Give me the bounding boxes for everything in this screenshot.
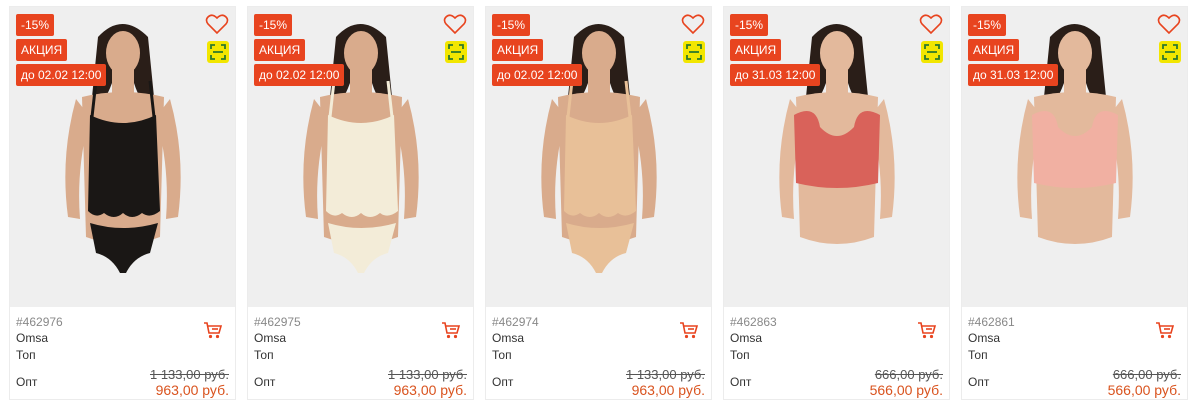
heart-icon[interactable] [443, 13, 467, 35]
cart-icon[interactable] [679, 321, 699, 339]
promo-until-badge: до 02.02 12:00 [492, 64, 583, 86]
product-info: #462974 Omsa Топ Опт 1 133,00 руб. 963,0… [486, 307, 711, 401]
promo-until-badge: до 02.02 12:00 [16, 64, 107, 86]
promo-until-badge: до 31.03 12:00 [730, 64, 821, 86]
discount-badge: -15% [16, 14, 55, 36]
wholesale-label: Опт [254, 375, 276, 389]
product-card[interactable]: -15% АКЦИЯ до 31.03 12:00 #462863 Omsa Т… [723, 6, 950, 400]
scan-icon[interactable] [683, 41, 705, 63]
cart-icon[interactable] [917, 321, 937, 339]
new-price: 566,00 руб. [869, 382, 943, 398]
product-sku: #462975 [254, 315, 301, 329]
discount-badge: -15% [492, 14, 531, 36]
product-type: Топ [730, 348, 750, 362]
product-sku: #462974 [492, 315, 539, 329]
new-price: 963,00 руб. [393, 382, 467, 398]
product-info: #462976 Omsa Топ Опт 1 133,00 руб. 963,0… [10, 307, 235, 401]
promo-badge: АКЦИЯ [968, 39, 1020, 61]
product-brand[interactable]: Omsa [16, 331, 48, 345]
old-price: 1 133,00 руб. [625, 367, 705, 382]
product-brand[interactable]: Omsa [968, 331, 1000, 345]
product-card[interactable]: -15% АКЦИЯ до 31.03 12:00 #462861 Omsa Т… [961, 6, 1188, 400]
old-price: 1 133,00 руб. [149, 367, 229, 382]
old-price: 666,00 руб. [874, 367, 943, 382]
scan-icon[interactable] [207, 41, 229, 63]
promo-badge: АКЦИЯ [254, 39, 306, 61]
product-card[interactable]: -15% АКЦИЯ до 02.02 12:00 #462976 Omsa Т… [9, 6, 236, 400]
cart-icon[interactable] [1155, 321, 1175, 339]
new-price: 566,00 руб. [1107, 382, 1181, 398]
old-price: 666,00 руб. [1112, 367, 1181, 382]
product-sku: #462863 [730, 315, 777, 329]
product-brand[interactable]: Omsa [730, 331, 762, 345]
product-type: Топ [492, 348, 512, 362]
scan-icon[interactable] [445, 41, 467, 63]
product-info: #462863 Omsa Топ Опт 666,00 руб. 566,00 … [724, 307, 949, 401]
promo-badge: АКЦИЯ [730, 39, 782, 61]
wholesale-label: Опт [16, 375, 38, 389]
product-brand[interactable]: Omsa [254, 331, 286, 345]
product-type: Топ [254, 348, 274, 362]
discount-badge: -15% [730, 14, 769, 36]
scan-icon[interactable] [921, 41, 943, 63]
promo-until-badge: до 02.02 12:00 [254, 64, 345, 86]
product-card[interactable]: -15% АКЦИЯ до 02.02 12:00 #462975 Omsa Т… [247, 6, 474, 400]
heart-icon[interactable] [205, 13, 229, 35]
promo-until-badge: до 31.03 12:00 [968, 64, 1059, 86]
product-info: #462975 Omsa Топ Опт 1 133,00 руб. 963,0… [248, 307, 473, 401]
discount-badge: -15% [254, 14, 293, 36]
old-price: 1 133,00 руб. [387, 367, 467, 382]
new-price: 963,00 руб. [155, 382, 229, 398]
heart-icon[interactable] [1157, 13, 1181, 35]
wholesale-label: Опт [492, 375, 514, 389]
product-info: #462861 Omsa Топ Опт 666,00 руб. 566,00 … [962, 307, 1187, 401]
cart-icon[interactable] [203, 321, 223, 339]
wholesale-label: Опт [968, 375, 990, 389]
heart-icon[interactable] [919, 13, 943, 35]
promo-badge: АКЦИЯ [492, 39, 544, 61]
product-sku: #462976 [16, 315, 63, 329]
cart-icon[interactable] [441, 321, 461, 339]
scan-icon[interactable] [1159, 41, 1181, 63]
wholesale-label: Опт [730, 375, 752, 389]
product-type: Топ [968, 348, 988, 362]
discount-badge: -15% [968, 14, 1007, 36]
product-brand[interactable]: Omsa [492, 331, 524, 345]
new-price: 963,00 руб. [631, 382, 705, 398]
product-type: Топ [16, 348, 36, 362]
heart-icon[interactable] [681, 13, 705, 35]
product-sku: #462861 [968, 315, 1015, 329]
product-card[interactable]: -15% АКЦИЯ до 02.02 12:00 #462974 Omsa Т… [485, 6, 712, 400]
promo-badge: АКЦИЯ [16, 39, 68, 61]
